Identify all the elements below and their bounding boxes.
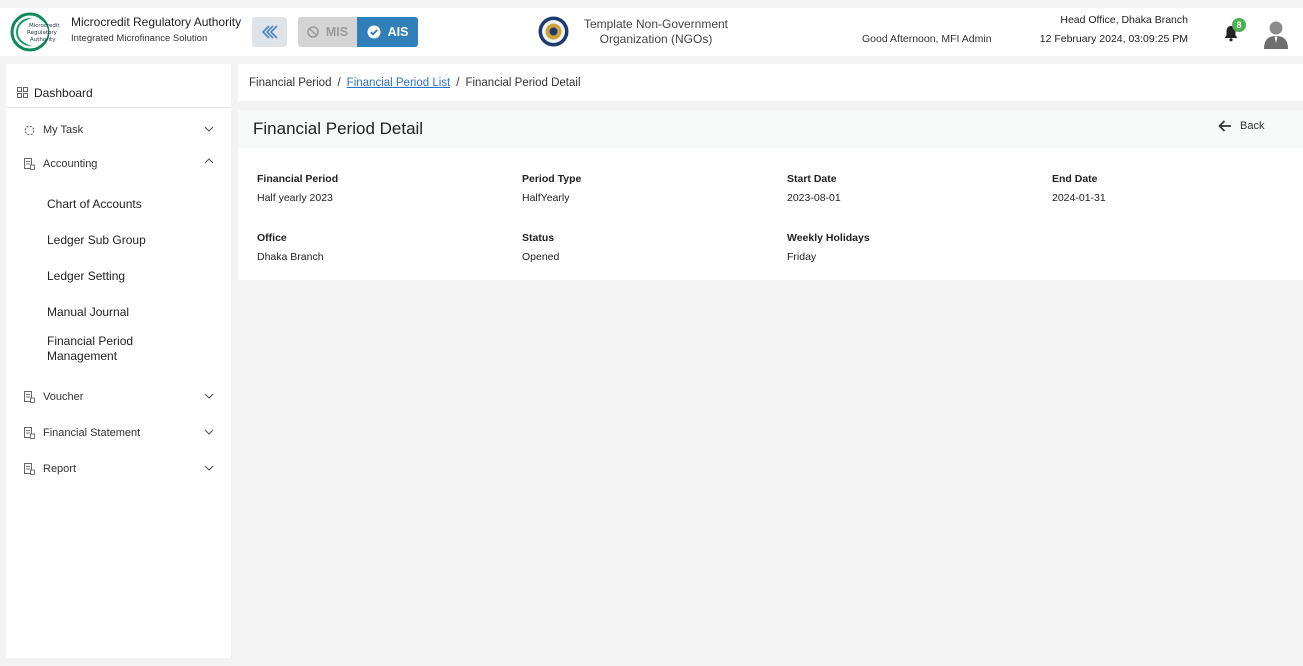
field-weekly-holidays: Weekly Holidays Friday [787,232,870,263]
field-value: Dhaka Branch [257,251,324,263]
breadcrumb-root: Financial Period [249,76,332,89]
sidebar: Dashboard My Task Accounting Chart of Ac… [6,64,231,658]
user-avatar-icon[interactable] [1263,19,1289,49]
dashboard-label: Dashboard [34,85,93,100]
sidebar-subitem-financial-period-management[interactable]: Financial Period Management [47,334,167,364]
field-value: Friday [787,251,817,263]
chevron-down-icon [204,126,214,132]
chevron-down-icon [204,429,214,435]
field-label: Weekly Holidays [787,232,870,244]
grid-icon [17,87,28,98]
chevron-up-icon [204,158,214,164]
field-label: Period Type [522,173,582,185]
sidebar-subitem-chart-of-accounts[interactable]: Chart of Accounts [47,197,142,212]
field-end-date: End Date 2024-01-31 [1052,173,1106,204]
ledger-icon [24,427,35,439]
mra-logo: Microcredit Regulatory Authority [10,12,60,52]
breadcrumb-current: Financial Period Detail [465,76,581,89]
chevron-down-icon [204,393,214,399]
voucher-label: Voucher [43,391,84,403]
spinner-icon [24,125,35,135]
logo-line-2: Regulatory [27,30,58,36]
app-subtitle: Integrated Microfinance Solution [71,33,208,44]
sidebar-item-accounting[interactable]: Accounting [6,151,231,177]
logo-line-3: Authority [30,37,56,43]
field-label: Status [522,232,555,244]
field-label: Start Date [787,173,837,185]
field-value: HalfYearly [522,192,570,204]
accounting-label: Accounting [43,158,98,170]
field-value: Half yearly 2023 [257,192,333,204]
sidebar-subitem-manual-journal[interactable]: Manual Journal [47,305,129,320]
ledger-icon [24,463,35,475]
field-label: Financial Period [257,173,339,185]
field-label: Office [257,232,287,244]
back-button[interactable]: Back [1218,120,1264,132]
sidebar-item-my-task[interactable]: My Task [6,117,231,143]
sidebar-item-financial-statement[interactable]: Financial Statement [6,420,231,446]
mis-label: MIS [325,25,349,39]
ledger-icon [24,158,35,170]
greeting-text: Good Afternoon, MFI Admin [862,33,992,45]
office-name: Head Office, Dhaka Branch [1060,14,1188,26]
breadcrumb: Financial Period / Financial Period List… [238,64,1303,101]
my-task-label: My Task [43,124,84,136]
breadcrumb-link-financial-period-list[interactable]: Financial Period List [347,77,451,89]
field-value: 2024-01-31 [1052,192,1106,204]
org-emblem-icon [538,16,569,47]
field-value: 2023-08-01 [787,192,841,204]
top-header: Microcredit Regulatory Authority Microcr… [0,8,1303,56]
panel-header: Financial Period Detail Back [238,110,1303,148]
sidebar-subitem-ledger-setting[interactable]: Ledger Setting [47,269,125,284]
module-toggle: MIS AIS [298,17,418,47]
field-period-type: Period Type HalfYearly [522,173,581,204]
field-label: End Date [1052,173,1098,185]
organization-name: Template Non-Government Organization (NG… [575,17,737,47]
sidebar-item-report[interactable]: Report [6,456,231,482]
breadcrumb-separator: / [337,76,341,89]
field-status: Status Opened [522,232,559,263]
back-label: Back [1240,120,1265,132]
org-name-line-1: Template Non-Government [583,17,729,31]
financial-statement-label: Financial Statement [43,427,141,439]
notification-count-badge: 8 [1232,18,1246,32]
arrow-left-icon [1218,120,1231,132]
chevron-down-icon [204,465,214,471]
sidebar-subitem-ledger-sub-group[interactable]: Ledger Sub Group [47,233,146,248]
ban-icon [307,26,319,38]
ais-label: AIS [387,25,409,39]
sidebar-item-dashboard[interactable]: Dashboard [6,78,231,108]
collapse-sidebar-button[interactable] [252,17,287,47]
breadcrumb-separator: / [456,76,460,89]
app-title: Microcredit Regulatory Authority [71,15,242,29]
current-datetime: 12 February 2024, 03:09:25 PM [1039,33,1188,45]
sidebar-item-voucher[interactable]: Voucher [6,384,231,410]
field-value: Opened [522,251,560,263]
report-label: Report [43,463,77,475]
check-circle-icon [367,25,381,39]
double-chevron-left-icon [261,25,278,39]
ledger-icon [24,391,35,403]
org-name-line-2: Organization (NGOs) [599,32,713,46]
ais-mode-button[interactable]: AIS [357,17,418,47]
page-title: Financial Period Detail [253,119,424,138]
field-office: Office Dhaka Branch [257,232,324,263]
field-start-date: Start Date 2023-08-01 [787,173,841,204]
mis-mode-button[interactable]: MIS [298,17,357,47]
financial-period-detail-panel: Financial Period Detail Back Financial P… [238,110,1303,280]
logo-line-1: Microcredit [29,23,60,29]
field-financial-period: Financial Period Half yearly 2023 [257,173,338,204]
